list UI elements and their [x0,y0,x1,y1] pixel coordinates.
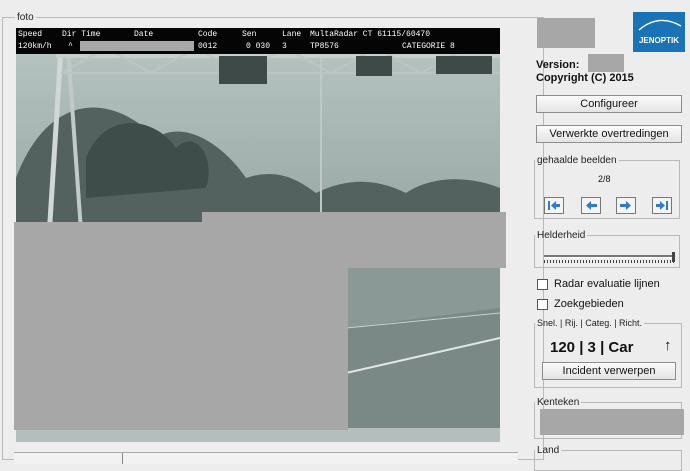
horizontal-scrollbar[interactable] [14,452,518,464]
overlay-value-category: CATEGORIE 8 [402,42,455,51]
radar-lines-box[interactable] [537,278,548,290]
last-frame-icon [656,201,668,210]
redaction-block-left [14,222,348,430]
version-label: Version: [536,59,580,71]
next-frame-button[interactable] [616,197,636,214]
brightness-legend: Helderheid [537,230,586,241]
overlay-header-dirtime: Dir Time [62,30,101,39]
plate-legend: Kenteken [537,397,580,408]
overlay-value-lane: 3 [282,42,287,51]
direction-arrow-icon: ↑ [664,337,672,354]
overlay-header-sen: Sen [242,30,257,39]
previous-frame-button[interactable] [581,197,601,214]
scroll-divider [122,453,123,464]
data-overlay-bar: Speed Dir Time Date Code Sen Lane MultaR… [16,28,500,54]
overlay-header-system: MultaRadar CT 61115/60470 [310,30,431,39]
overlay-value-code: 0012 [198,42,218,51]
speed-lane-category: 120 | 3 | Car [550,339,634,356]
logo-text: JENOPTIK [638,36,679,45]
copyright-text: Copyright (C) 2015 [536,72,634,84]
processed-violations-button[interactable]: Verwerkte overtredingen [536,125,682,143]
search-areas-label: Zoekgebieden [554,298,624,310]
overlay-value-sen: 0 030 [246,42,271,51]
overlay-value-speed: 120km/h [18,42,52,51]
search-areas-box[interactable] [537,298,548,310]
overlay-header-lane: Lane [282,30,302,39]
country-panel: Land [534,445,682,471]
photo-legend: foto [17,12,34,23]
overlay-header-speed: Speed [18,30,43,39]
overlay-header-code: Code [198,30,218,39]
speed-legend: Snel. | Rij. | Categ. | Richt. [537,318,643,328]
first-frame-icon [548,201,560,210]
radar-lines-label: Radar evaluatie lijnen [554,278,660,290]
overlay-value-dir: ^ [68,42,73,51]
redacted-unit-id [537,18,595,48]
frame-counter: 2/8 [598,174,611,184]
previous-frame-icon [586,201,597,210]
redacted-plate [540,409,684,435]
redacted-version-value [588,54,624,72]
slider-thumb[interactable] [672,252,675,262]
reject-incident-button[interactable]: Incident verwerpen [542,362,676,380]
overlay-header-date: Date [134,30,154,39]
brightness-slider[interactable] [544,252,676,264]
country-legend: Land [537,445,560,456]
next-frame-icon [620,201,631,210]
first-frame-button[interactable] [544,197,564,214]
radar-lines-checkbox[interactable]: Radar evaluatie lijnen [537,278,660,290]
overlay-value-id: TP8576 [310,42,339,51]
redacted-datetime [80,41,194,51]
search-areas-checkbox[interactable]: Zoekgebieden [537,298,624,310]
slider-track [544,255,674,258]
jenoptik-logo: JENOPTIK [633,12,685,52]
frames-legend: gehaalde beelden [537,155,617,166]
last-frame-button[interactable] [652,197,672,214]
configure-button[interactable]: Configureer [536,95,682,113]
slider-ticks [544,260,674,263]
